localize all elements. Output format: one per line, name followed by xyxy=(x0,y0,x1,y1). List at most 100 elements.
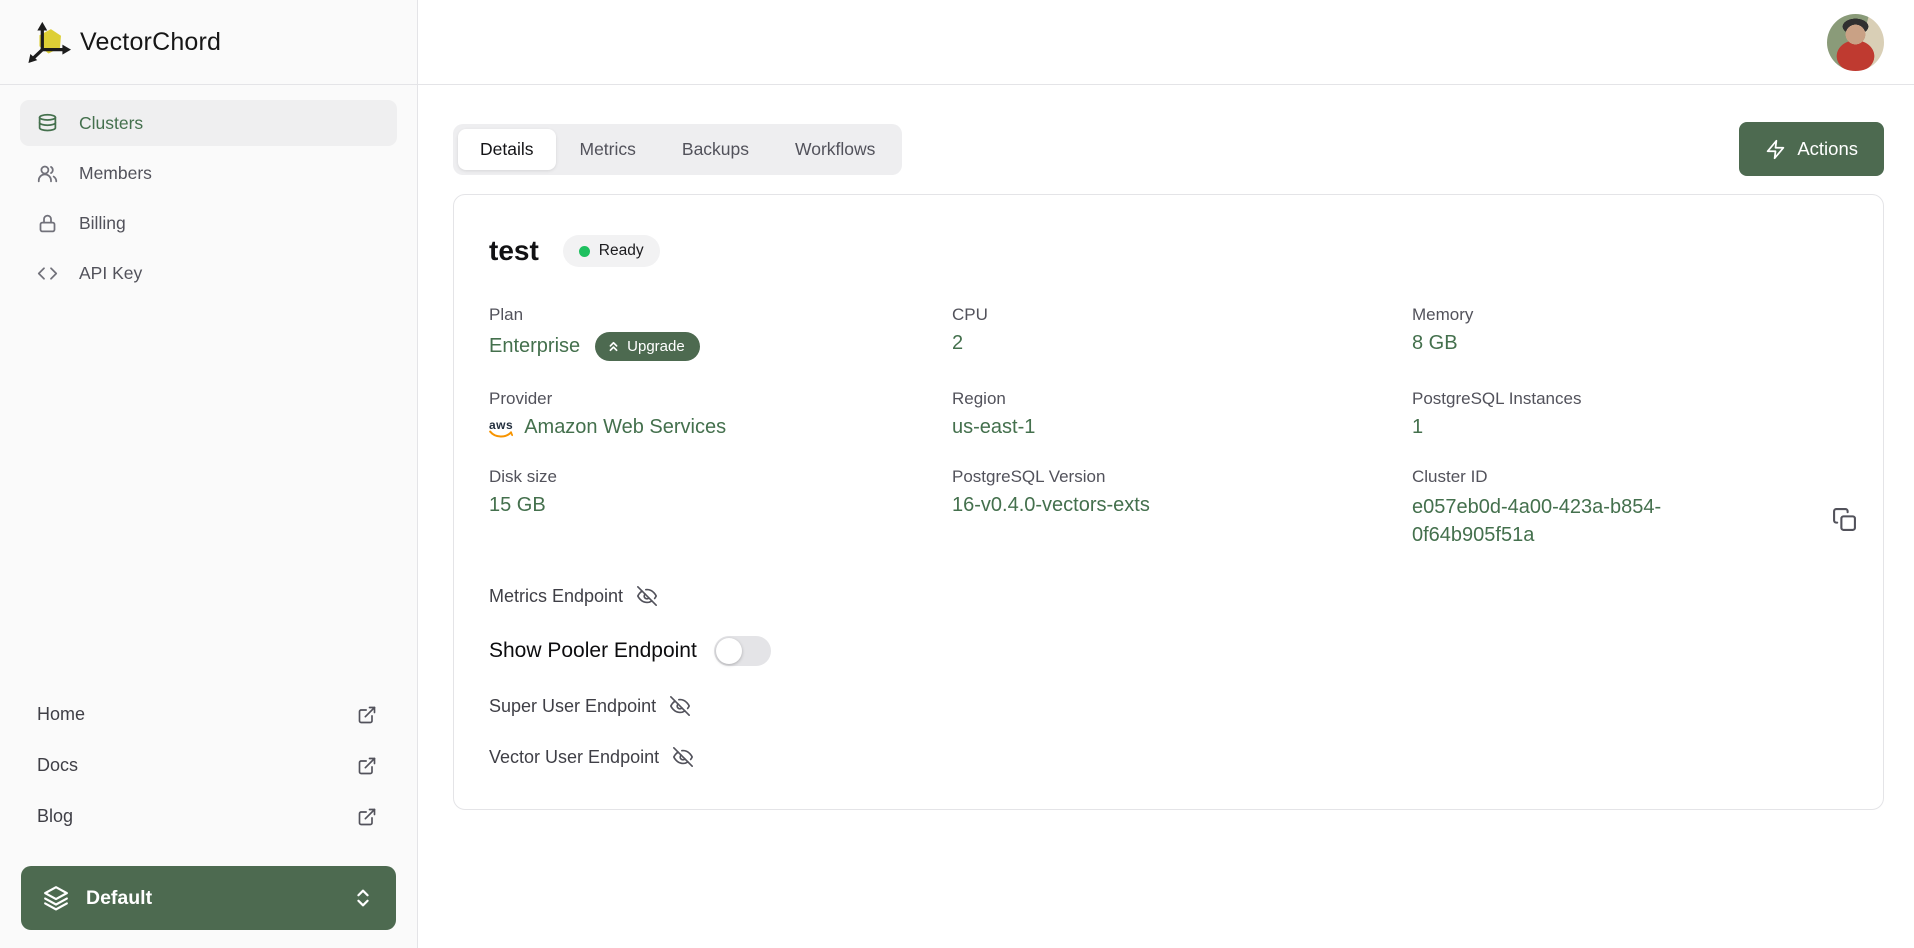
field-value: Enterprise xyxy=(489,335,580,358)
field-label: Disk size xyxy=(489,467,952,487)
brand-name: VectorChord xyxy=(80,28,221,57)
eye-off-icon[interactable] xyxy=(672,746,694,768)
actions-button-label: Actions xyxy=(1797,138,1858,160)
cluster-title-row: test Ready xyxy=(489,235,1848,267)
field-label: Cluster ID xyxy=(1412,467,1848,487)
chevrons-up-down-icon xyxy=(352,887,374,909)
link-label: Blog xyxy=(37,806,73,827)
copy-icon xyxy=(1832,507,1857,532)
upgrade-button[interactable]: Upgrade xyxy=(595,332,700,361)
sidebar-item-label: Members xyxy=(79,163,152,184)
external-link-icon xyxy=(357,705,377,725)
pooler-endpoint-row: Show Pooler Endpoint xyxy=(489,636,1848,666)
main-body: Details Metrics Backups Workflows Action… xyxy=(418,85,1914,810)
eye-off-icon[interactable] xyxy=(669,695,691,717)
sidebar-item-members[interactable]: Members xyxy=(20,150,397,196)
pooler-endpoint-toggle[interactable] xyxy=(714,636,771,666)
vectorchord-logo-icon xyxy=(26,20,72,64)
actions-button[interactable]: Actions xyxy=(1739,122,1884,176)
field-value: 8 GB xyxy=(1412,332,1848,355)
database-icon xyxy=(37,113,58,134)
project-switcher-button[interactable]: Default xyxy=(21,866,396,930)
field-cluster-id: Cluster ID e057eb0d-4a00-423a-b854-0f64b… xyxy=(1412,467,1848,549)
main-area: Details Metrics Backups Workflows Action… xyxy=(418,0,1914,948)
status-label: Ready xyxy=(599,242,644,260)
sidebar-item-clusters[interactable]: Clusters xyxy=(20,100,397,146)
status-badge: Ready xyxy=(563,235,660,267)
sidebar-item-label: API Key xyxy=(79,263,142,284)
super-user-endpoint-label: Super User Endpoint xyxy=(489,696,656,717)
chevrons-up-icon xyxy=(606,339,621,354)
users-icon xyxy=(37,163,58,184)
code-icon xyxy=(37,263,58,284)
field-label: CPU xyxy=(952,305,1412,325)
field-provider: Provider aws Amazon Web Services xyxy=(489,389,952,439)
metrics-endpoint-row: Metrics Endpoint xyxy=(489,585,1848,607)
cluster-details-card: test Ready Plan Enterprise xyxy=(453,194,1884,810)
tab-backups[interactable]: Backups xyxy=(660,129,771,170)
lock-icon xyxy=(37,213,58,234)
field-cpu: CPU 2 xyxy=(952,305,1412,361)
link-label: Home xyxy=(37,704,85,725)
field-memory: Memory 8 GB xyxy=(1412,305,1848,361)
link-label: Docs xyxy=(37,755,78,776)
field-value: 2 xyxy=(952,332,1412,355)
toolbar-row: Details Metrics Backups Workflows Action… xyxy=(453,122,1884,176)
field-region: Region us-east-1 xyxy=(952,389,1412,439)
endpoints-section: Metrics Endpoint Show Pooler Endpoint Su… xyxy=(489,585,1848,768)
link-home[interactable]: Home xyxy=(37,689,377,740)
field-value: us-east-1 xyxy=(952,416,1412,439)
sidebar-item-label: Billing xyxy=(79,213,126,234)
field-label: Memory xyxy=(1412,305,1848,325)
eye-off-icon[interactable] xyxy=(636,585,658,607)
field-value: 1 xyxy=(1412,416,1848,439)
field-label: Plan xyxy=(489,305,952,325)
field-value: 16-v0.4.0-vectors-exts xyxy=(952,494,1412,517)
link-docs[interactable]: Docs xyxy=(37,740,377,791)
sidebar-nav: Clusters Members Billing API Key xyxy=(0,85,417,300)
tab-bar: Details Metrics Backups Workflows xyxy=(453,124,902,175)
field-label: PostgreSQL Version xyxy=(952,467,1412,487)
field-postgres-version: PostgreSQL Version 16-v0.4.0-vectors-ext… xyxy=(952,467,1412,549)
tab-workflows[interactable]: Workflows xyxy=(773,129,897,170)
top-header xyxy=(418,0,1914,85)
sidebar: VectorChord Clusters Members Billing xyxy=(0,0,418,948)
super-user-endpoint-row: Super User Endpoint xyxy=(489,695,1848,717)
pooler-toggle-label: Show Pooler Endpoint xyxy=(489,639,697,663)
zap-icon xyxy=(1765,139,1786,160)
toggle-knob xyxy=(716,638,742,664)
aws-wordmark: aws xyxy=(489,420,513,430)
aws-logo-icon: aws xyxy=(489,420,513,438)
aws-smile-icon xyxy=(489,430,513,438)
vector-user-endpoint-label: Vector User Endpoint xyxy=(489,747,659,768)
sidebar-item-api-key[interactable]: API Key xyxy=(20,250,397,296)
field-label: PostgreSQL Instances xyxy=(1412,389,1848,409)
copy-cluster-id-button[interactable] xyxy=(1832,507,1857,535)
sidebar-item-label: Clusters xyxy=(79,113,143,134)
sidebar-external-links: Home Docs Blog xyxy=(0,689,417,842)
project-switcher-label: Default xyxy=(86,887,152,910)
field-value: e057eb0d-4a00-423a-b854-0f64b905f51a xyxy=(1412,494,1667,549)
link-blog[interactable]: Blog xyxy=(37,791,377,842)
field-disk-size: Disk size 15 GB xyxy=(489,467,952,549)
tab-metrics[interactable]: Metrics xyxy=(558,129,658,170)
external-link-icon xyxy=(357,807,377,827)
field-plan: Plan Enterprise Upgrade xyxy=(489,305,952,361)
field-value: Amazon Web Services xyxy=(524,416,726,439)
cluster-name: test xyxy=(489,235,539,267)
external-link-icon xyxy=(357,756,377,776)
metrics-endpoint-label: Metrics Endpoint xyxy=(489,586,623,607)
app-root: VectorChord Clusters Members Billing xyxy=(0,0,1914,948)
vector-user-endpoint-row: Vector User Endpoint xyxy=(489,746,1848,768)
field-label: Region xyxy=(952,389,1412,409)
sidebar-item-billing[interactable]: Billing xyxy=(20,200,397,246)
tab-details[interactable]: Details xyxy=(458,129,556,170)
status-dot-icon xyxy=(579,246,590,257)
brand: VectorChord xyxy=(0,0,417,85)
field-label: Provider xyxy=(489,389,952,409)
field-postgres-instances: PostgreSQL Instances 1 xyxy=(1412,389,1848,439)
user-avatar[interactable] xyxy=(1827,14,1884,71)
layers-icon xyxy=(43,885,69,911)
upgrade-label: Upgrade xyxy=(627,338,685,355)
fields-grid: Plan Enterprise Upgrade CPU xyxy=(489,305,1848,549)
